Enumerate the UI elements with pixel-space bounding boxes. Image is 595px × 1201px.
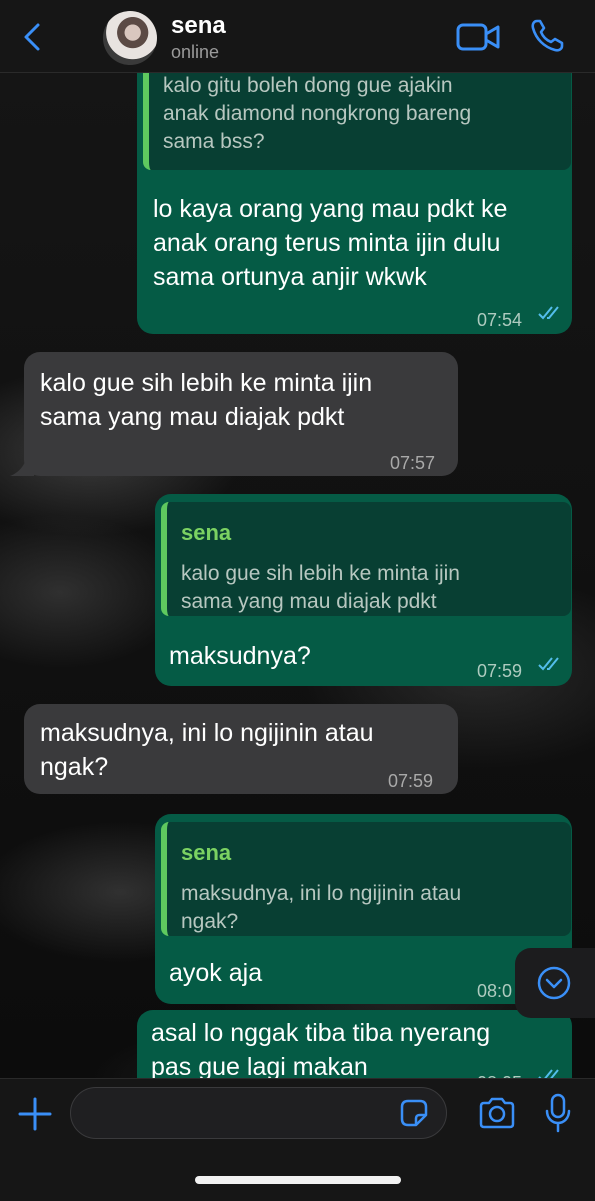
read-receipt-icon [538,657,559,671]
quoted-message-text: maksudnya, ini lo ngijinin atau ngak? [181,882,462,933]
voice-call-button[interactable] [529,18,565,54]
message-time: 07:59 [388,771,434,791]
quoted-message-text: kalo gitu boleh dong gue ajakin anak dia… [163,74,472,153]
message-input[interactable] [70,1087,447,1139]
quoted-message[interactable]: sena kalo gue sih lebih ke minta ijin sa… [161,502,571,616]
voice-message-button[interactable] [544,1093,572,1133]
chevron-left-icon [24,23,40,51]
chevron-down-circle-icon [537,966,571,1000]
message-time: 07:57 [390,453,436,473]
message-text: maksudnya, ini lo ngijinin atau ngak? [40,719,374,781]
quoted-message-text: kalo gue sih lebih ke minta ijin sama ya… [181,562,460,613]
camera-icon [479,1097,515,1129]
message-time: 08:0 [477,981,513,1001]
read-receipt-icon [538,306,559,320]
microphone-icon [545,1093,571,1133]
chat-header: sena online [0,0,595,73]
sticker-icon [400,1099,428,1127]
message-bubble-incoming[interactable]: kalo gue sih lebih ke minta ijin sama ya… [24,352,458,476]
plus-icon [18,1097,52,1131]
message-text: lo kaya orang yang mau pdkt ke anak oran… [153,195,508,291]
message-time: 07:54 [477,310,523,330]
message-text: asal lo nggak tiba tiba nyerang pas gue … [151,1019,491,1081]
quoted-message-author: sena [181,520,232,545]
message-text: maksudnya? [169,642,311,670]
sticker-button[interactable] [398,1097,430,1129]
camera-button[interactable] [478,1096,516,1130]
bubble-tail [10,452,34,476]
message-bubble-outgoing[interactable]: sena kalo gue sih lebih ke minta ijin sa… [155,494,572,686]
message-time: 07:59 [477,661,523,681]
video-call-button[interactable] [456,20,500,54]
phone-icon [531,19,564,52]
quoted-message-author: sena [181,840,232,865]
home-indicator[interactable] [195,1176,401,1184]
message-bubble-incoming[interactable]: maksudnya, ini lo ngijinin atau ngak? 07… [24,704,458,794]
attach-button[interactable] [18,1097,52,1131]
message-text: kalo gue sih lebih ke minta ijin sama ya… [40,369,373,431]
message-bubble-outgoing[interactable]: sena maksudnya, ini lo ngijinin atau nga… [155,814,572,1004]
contact-status: online [171,42,220,62]
message-bubble-outgoing[interactable]: kalo gitu boleh dong gue ajakin anak dia… [137,46,572,334]
video-camera-icon [456,23,500,51]
scroll-to-bottom-button[interactable] [515,948,595,1018]
message-text: ayok aja [169,959,263,987]
contact-name[interactable]: sena [171,12,226,40]
contact-avatar[interactable] [103,11,157,65]
quoted-message[interactable]: sena maksudnya, ini lo ngijinin atau nga… [161,822,571,936]
back-button[interactable] [18,22,48,52]
